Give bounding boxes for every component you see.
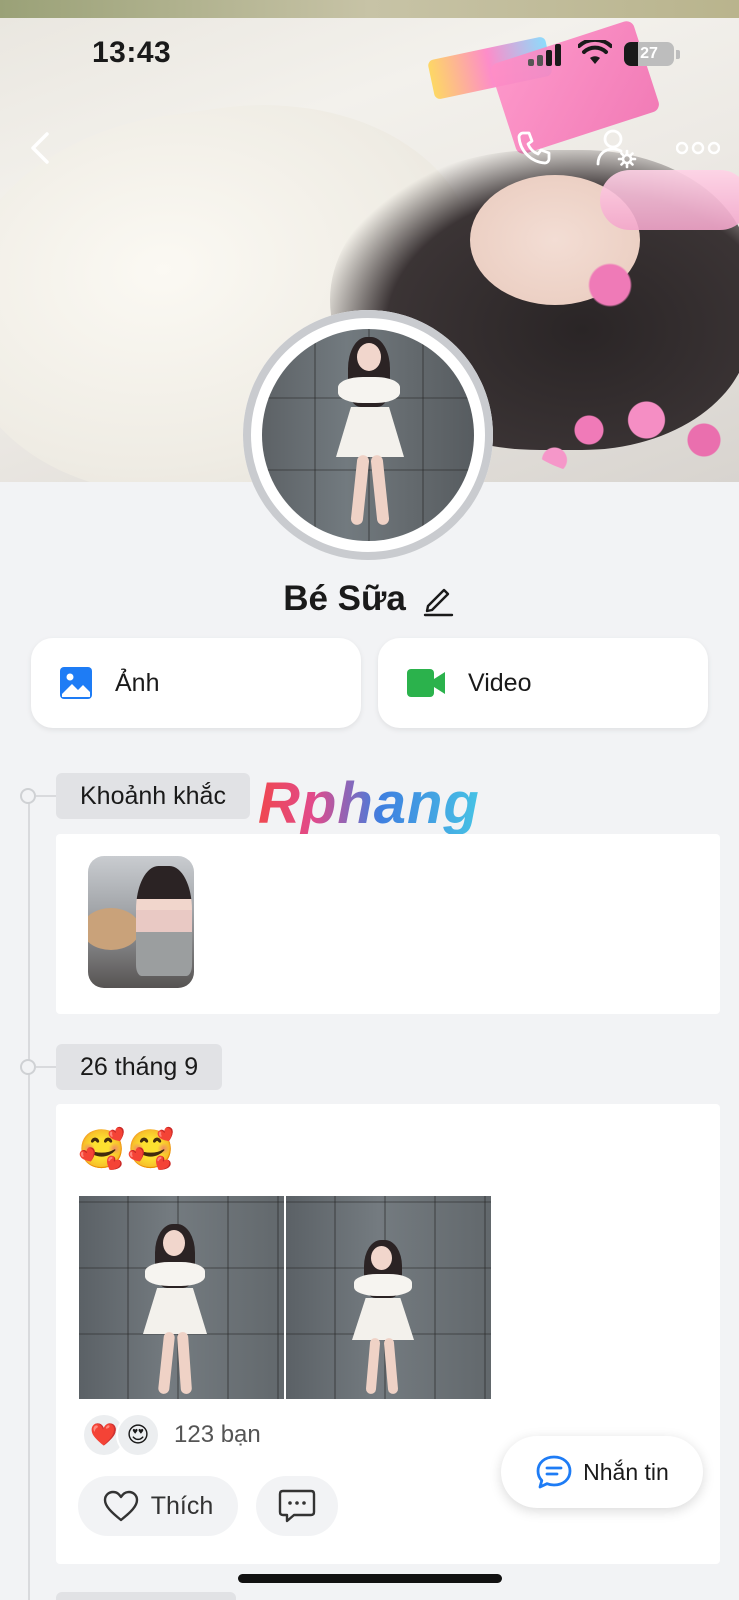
chevron-left-icon (31, 132, 49, 164)
moments-panel (56, 834, 720, 1014)
post-photo[interactable] (286, 1196, 491, 1399)
phone-icon (517, 131, 551, 165)
home-indicator[interactable] (238, 1574, 502, 1583)
videos-label: Video (468, 668, 532, 697)
profile-name-row: Bé Sữa (0, 570, 739, 628)
watermark-logo: Rphang (258, 771, 480, 836)
call-button[interactable] (508, 122, 560, 174)
comment-icon (278, 1489, 316, 1523)
videos-album-button[interactable]: Video (378, 638, 708, 728)
post-photo[interactable] (79, 1196, 284, 1399)
post-date: 26 tháng 9 (56, 1044, 223, 1090)
like-button[interactable]: Thích (78, 1476, 238, 1536)
video-camera-icon (407, 669, 445, 697)
moment-thumbnail[interactable] (88, 856, 194, 988)
timeline-dot (20, 1059, 36, 1075)
comment-button[interactable] (256, 1476, 338, 1536)
photos-album-button[interactable]: Ảnh (31, 638, 361, 728)
battery-icon: 27 (624, 42, 674, 66)
back-button[interactable] (14, 122, 66, 174)
wifi-icon (578, 40, 612, 64)
post-caption: 🥰🥰 (78, 1129, 177, 1171)
user-settings-icon (596, 129, 637, 169)
like-label: Thích (150, 1491, 214, 1520)
timeline-line (28, 796, 30, 1600)
more-options-button[interactable] (672, 122, 724, 174)
moments-title: Khoảnh khắc (56, 773, 250, 819)
status-bar: 13:43 27 (0, 0, 739, 100)
message-label: Nhắn tin (583, 1458, 669, 1485)
reaction-count: 123 bạn (174, 1421, 261, 1448)
chat-bubble-icon (536, 1455, 572, 1489)
avatar[interactable] (262, 329, 474, 541)
profile-page: 13:43 27 Bé Sữa Ảnh Video Khoảnh khắc Rp… (0, 0, 739, 1600)
reactions-summary[interactable]: ❤️ 😍 123 bạn (82, 1412, 261, 1458)
pencil-icon[interactable] (420, 581, 456, 617)
battery-level: 27 (640, 45, 658, 62)
photos-label: Ảnh (115, 668, 160, 697)
next-date-tag (56, 1592, 236, 1600)
timeline-dot (20, 788, 36, 804)
photo-icon (60, 667, 92, 699)
heart-icon (103, 1490, 138, 1522)
cellular-signal-icon (528, 44, 562, 66)
message-button[interactable]: Nhắn tin (501, 1436, 703, 1508)
heart-eyes-reaction-icon: 😍 (116, 1413, 160, 1457)
status-time: 13:43 (92, 36, 172, 69)
profile-name: Bé Sữa (283, 579, 406, 618)
friend-settings-button[interactable] (590, 122, 642, 174)
more-horizontal-icon (676, 141, 720, 155)
